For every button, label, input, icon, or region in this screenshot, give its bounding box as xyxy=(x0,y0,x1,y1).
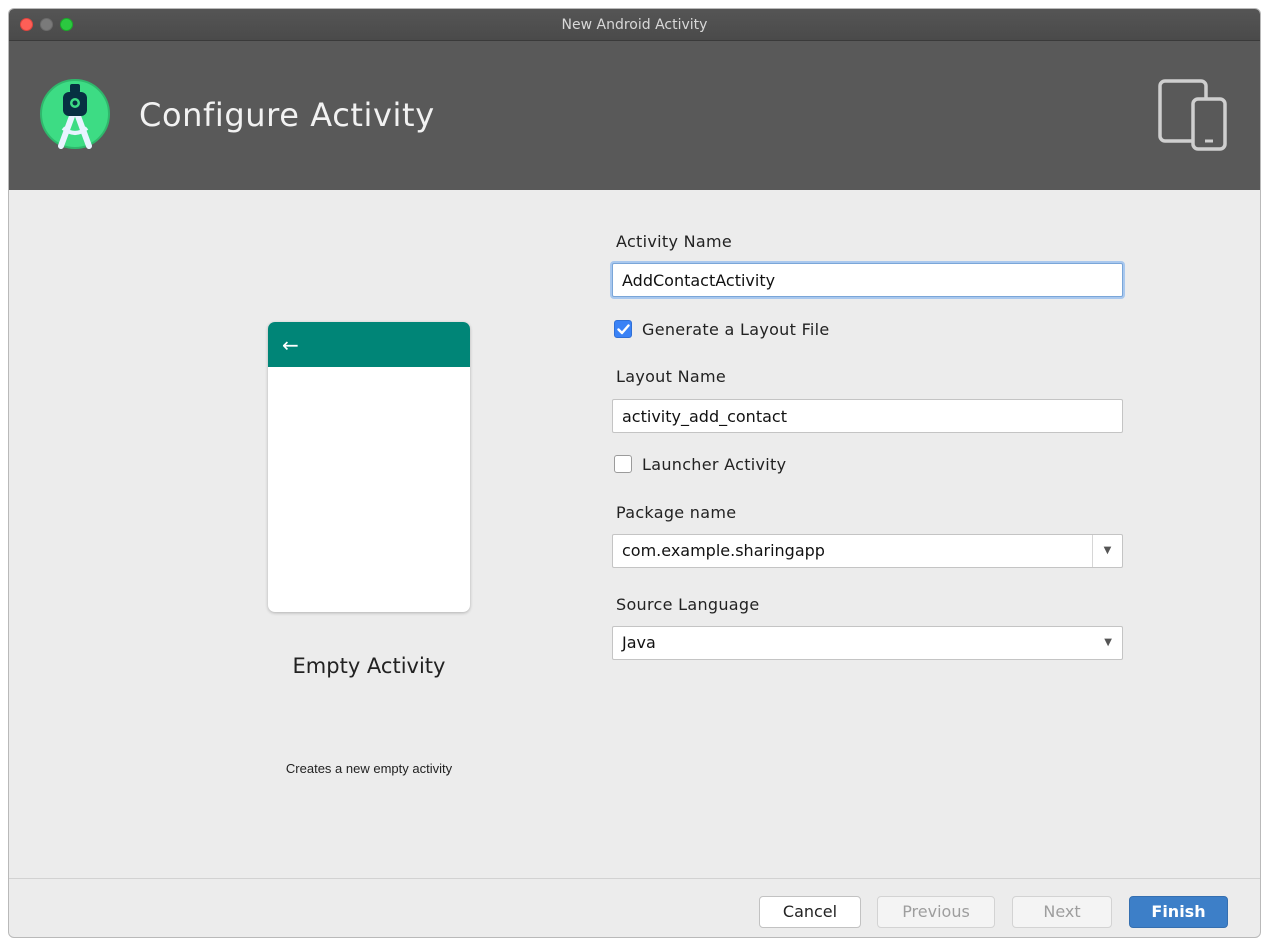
window-title: New Android Activity xyxy=(561,17,708,33)
next-button[interactable]: Next xyxy=(1012,896,1112,928)
finish-button[interactable]: Finish xyxy=(1129,896,1228,928)
checkmark-icon xyxy=(616,323,630,334)
page-title: Configure Activity xyxy=(139,96,435,134)
android-studio-logo-icon xyxy=(40,79,110,149)
title-bar: New Android Activity xyxy=(9,9,1260,41)
source-language-value: Java xyxy=(622,633,656,652)
activity-name-input[interactable] xyxy=(612,263,1123,297)
template-name: Empty Activity xyxy=(292,654,446,678)
package-name-label: Package name xyxy=(616,503,737,522)
chevron-down-icon[interactable]: ▼ xyxy=(1092,535,1122,567)
launcher-activity-checkbox[interactable] xyxy=(614,455,632,473)
preview-toolbar: ← xyxy=(268,322,470,367)
package-name-value: com.example.sharingapp xyxy=(622,541,825,560)
launcher-activity-label: Launcher Activity xyxy=(642,454,787,474)
header-banner: Configure Activity xyxy=(9,41,1260,190)
previous-button[interactable]: Previous xyxy=(877,896,995,928)
generate-layout-label: Generate a Layout File xyxy=(642,319,830,339)
package-name-combobox[interactable]: com.example.sharingapp ▼ xyxy=(612,534,1123,568)
cancel-button[interactable]: Cancel xyxy=(759,896,861,928)
layout-name-label: Layout Name xyxy=(616,367,726,386)
activity-preview-phone: ← xyxy=(268,322,470,612)
source-language-label: Source Language xyxy=(616,595,760,614)
layout-name-input[interactable] xyxy=(612,399,1123,433)
back-arrow-icon: ← xyxy=(282,333,299,357)
tablet-phone-icon xyxy=(1158,79,1227,151)
launcher-activity-checkbox-row[interactable]: Launcher Activity xyxy=(614,454,786,474)
chevron-down-icon: ▼ xyxy=(1104,637,1112,648)
generate-layout-checkbox[interactable] xyxy=(614,320,632,338)
source-language-select[interactable]: Java ▼ xyxy=(612,626,1123,660)
footer-divider xyxy=(9,878,1260,879)
generate-layout-checkbox-row[interactable]: Generate a Layout File xyxy=(614,319,830,339)
template-description: Creates a new empty activity xyxy=(285,761,453,776)
new-activity-dialog: New Android Activity Configure Activity … xyxy=(8,8,1261,938)
activity-name-label: Activity Name xyxy=(616,232,733,251)
